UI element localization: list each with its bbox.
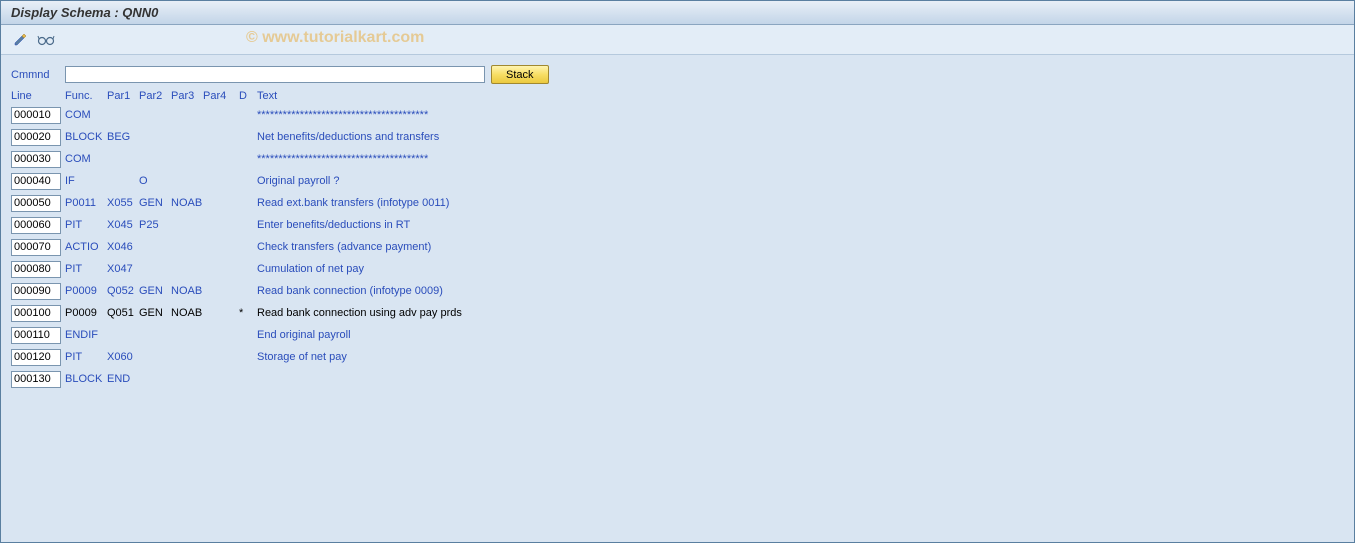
cell-text[interactable]: **************************************** bbox=[257, 153, 1344, 165]
cell-par1[interactable]: END bbox=[107, 373, 139, 385]
header-par2: Par2 bbox=[139, 90, 171, 102]
table-header: Line Func. Par1 Par2 Par3 Par4 D Text bbox=[11, 90, 1344, 102]
cell-func[interactable]: BLOCK bbox=[65, 373, 107, 385]
cell-par2[interactable]: O bbox=[139, 175, 171, 187]
header-par3: Par3 bbox=[171, 90, 203, 102]
header-par1: Par1 bbox=[107, 90, 139, 102]
cell-text[interactable]: Original payroll ? bbox=[257, 175, 1344, 187]
cell-func[interactable]: IF bbox=[65, 175, 107, 187]
cell-par2[interactable]: GEN bbox=[139, 197, 171, 209]
cell-text[interactable]: Read bank connection (infotype 0009) bbox=[257, 285, 1344, 297]
table-row: P0011X055GENNOAB Read ext.bank transfers… bbox=[11, 193, 1344, 213]
cell-text[interactable]: Storage of net pay bbox=[257, 351, 1344, 363]
cell-func: P0009 bbox=[65, 307, 107, 319]
cell-text[interactable]: Cumulation of net pay bbox=[257, 263, 1344, 275]
line-input[interactable] bbox=[11, 261, 61, 278]
cell-func[interactable]: PIT bbox=[65, 351, 107, 363]
line-input[interactable] bbox=[11, 371, 61, 388]
header-par4: Par4 bbox=[203, 90, 239, 102]
content-area: Cmmnd Stack Line Func. Par1 Par2 Par3 Pa… bbox=[1, 55, 1354, 401]
cell-func[interactable]: BLOCK bbox=[65, 131, 107, 143]
line-input[interactable] bbox=[11, 305, 61, 322]
line-input[interactable] bbox=[11, 217, 61, 234]
cell-text[interactable]: End original payroll bbox=[257, 329, 1344, 341]
table-row: P0009Q051GENNOAB *Read bank connection us… bbox=[11, 303, 1344, 323]
cell-par2[interactable]: P25 bbox=[139, 219, 171, 231]
cell-par3[interactable]: NOAB bbox=[171, 285, 203, 297]
line-input[interactable] bbox=[11, 107, 61, 124]
cmmnd-label: Cmmnd bbox=[11, 69, 59, 81]
cell-par1[interactable]: Q052 bbox=[107, 285, 139, 297]
cell-d: * bbox=[239, 307, 257, 319]
cell-func[interactable]: ACTIO bbox=[65, 241, 107, 253]
glasses-icon[interactable] bbox=[37, 31, 55, 49]
cell-par2[interactable]: GEN bbox=[139, 285, 171, 297]
edit-icon[interactable] bbox=[11, 31, 29, 49]
line-input[interactable] bbox=[11, 151, 61, 168]
cell-text[interactable]: Read ext.bank transfers (infotype 0011) bbox=[257, 197, 1344, 209]
cell-par1: Q051 bbox=[107, 307, 139, 319]
line-input[interactable] bbox=[11, 129, 61, 146]
table-row: PITX060 Storage of net pay bbox=[11, 347, 1344, 367]
page-title: Display Schema : QNN0 bbox=[11, 5, 158, 20]
cell-par1[interactable]: BEG bbox=[107, 131, 139, 143]
cell-text[interactable]: **************************************** bbox=[257, 109, 1344, 121]
cell-text: Read bank connection using adv pay prds bbox=[257, 307, 1344, 319]
table-row: ENDIF End original payroll bbox=[11, 325, 1344, 345]
cell-func[interactable]: ENDIF bbox=[65, 329, 107, 341]
table-row: ACTIOX046 Check transfers (advance payme… bbox=[11, 237, 1344, 257]
cell-par1[interactable]: X045 bbox=[107, 219, 139, 231]
table-row: PITX045P25 Enter benefits/deductions in … bbox=[11, 215, 1344, 235]
cell-text[interactable]: Check transfers (advance payment) bbox=[257, 241, 1344, 253]
header-line: Line bbox=[11, 90, 65, 102]
line-input[interactable] bbox=[11, 173, 61, 190]
table-row: COM *************************************… bbox=[11, 105, 1344, 125]
toolbar: © www.tutorialkart.com bbox=[1, 25, 1354, 55]
cell-par1[interactable]: X055 bbox=[107, 197, 139, 209]
cell-text[interactable]: Net benefits/deductions and transfers bbox=[257, 131, 1344, 143]
header-func: Func. bbox=[65, 90, 107, 102]
title-bar: Display Schema : QNN0 bbox=[1, 1, 1354, 25]
table-row: P0009Q052GENNOAB Read bank connection (in… bbox=[11, 281, 1344, 301]
header-text: Text bbox=[257, 90, 1344, 102]
cell-par3: NOAB bbox=[171, 307, 203, 319]
line-input[interactable] bbox=[11, 283, 61, 300]
cell-par3[interactable]: NOAB bbox=[171, 197, 203, 209]
cell-text[interactable]: Enter benefits/deductions in RT bbox=[257, 219, 1344, 231]
watermark: © www.tutorialkart.com bbox=[246, 29, 424, 47]
cmmnd-row: Cmmnd Stack bbox=[11, 65, 1344, 84]
line-input[interactable] bbox=[11, 327, 61, 344]
header-d: D bbox=[239, 90, 257, 102]
cell-func[interactable]: COM bbox=[65, 153, 107, 165]
table-row: PITX047 Cumulation of net pay bbox=[11, 259, 1344, 279]
cell-par2: GEN bbox=[139, 307, 171, 319]
cmmnd-input[interactable] bbox=[65, 66, 485, 83]
table-row: IF O Original payroll ? bbox=[11, 171, 1344, 191]
stack-button[interactable]: Stack bbox=[491, 65, 549, 84]
cell-func[interactable]: P0009 bbox=[65, 285, 107, 297]
table-row: BLOCKBEG Net benefits/deductions and tran… bbox=[11, 127, 1344, 147]
cell-par1[interactable]: X060 bbox=[107, 351, 139, 363]
line-input[interactable] bbox=[11, 195, 61, 212]
line-input[interactable] bbox=[11, 349, 61, 366]
cell-func[interactable]: PIT bbox=[65, 263, 107, 275]
cell-par1[interactable]: X047 bbox=[107, 263, 139, 275]
line-input[interactable] bbox=[11, 239, 61, 256]
cell-func[interactable]: P0011 bbox=[65, 197, 107, 209]
cell-par1[interactable]: X046 bbox=[107, 241, 139, 253]
table-row: BLOCKEND bbox=[11, 369, 1344, 389]
rows-container: COM*************************************… bbox=[11, 105, 1344, 389]
cell-func[interactable]: PIT bbox=[65, 219, 107, 231]
table-row: COM *************************************… bbox=[11, 149, 1344, 169]
cell-func[interactable]: COM bbox=[65, 109, 107, 121]
